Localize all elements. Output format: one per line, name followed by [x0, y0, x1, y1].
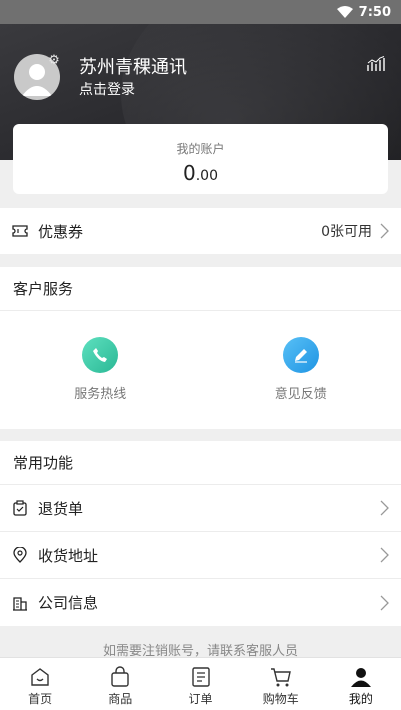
chevron-right-icon — [380, 595, 389, 610]
bar-chart-icon[interactable] — [367, 56, 385, 72]
coupon-row[interactable]: 优惠券 0张可用 — [0, 208, 401, 254]
company-info-row[interactable]: 公司信息 — [0, 579, 401, 626]
tab-orders-label: 订单 — [188, 692, 213, 706]
home-icon — [31, 668, 49, 686]
bag-icon — [111, 666, 129, 687]
tab-cart[interactable]: 购物车 — [241, 658, 321, 710]
phone-icon — [82, 337, 119, 373]
service-hotline-label: 服务热线 — [74, 387, 127, 402]
gear-icon[interactable]: ⚙ — [47, 54, 61, 68]
ticket-icon — [12, 225, 28, 237]
company-info-label: 公司信息 — [38, 594, 99, 612]
chevron-right-icon — [380, 547, 389, 563]
order-list-icon — [191, 667, 210, 687]
tab-mine[interactable]: 我的 — [321, 658, 401, 710]
customer-service-title: 客户服务 — [0, 267, 401, 311]
pencil-icon — [282, 337, 319, 373]
chevron-right-icon — [380, 500, 389, 516]
common-functions-section: 常用功能 退货单 收货地址 公司信息 — [0, 441, 401, 626]
coupon-count: 0张可用 — [321, 224, 372, 240]
tab-products-label: 商品 — [108, 692, 133, 706]
location-pin-icon — [13, 547, 27, 563]
tab-orders[interactable]: 订单 — [160, 658, 240, 710]
balance-decimal: .00 — [195, 168, 218, 184]
feedback-button[interactable]: 意见反馈 — [201, 311, 401, 429]
person-icon — [350, 668, 371, 687]
tab-home[interactable]: 首页 — [0, 658, 80, 710]
login-link[interactable]: 点击登录 — [79, 79, 135, 99]
wifi-icon — [336, 6, 353, 18]
status-time: 7:50 — [358, 4, 391, 20]
balance-integer: 0 — [183, 161, 196, 185]
return-orders-label: 退货单 — [38, 499, 84, 518]
service-hotline-button[interactable]: 服务热线 — [0, 311, 201, 429]
building-icon — [13, 596, 27, 611]
chevron-right-icon — [380, 223, 389, 239]
bottom-tab-bar: 首页 商品 订单 购物车 我的 — [0, 657, 401, 710]
customer-service-section: 客户服务 服务热线 意见反馈 — [0, 267, 401, 429]
tab-mine-label: 我的 — [348, 692, 373, 706]
account-balance: 0.00 — [13, 161, 388, 185]
feedback-label: 意见反馈 — [274, 387, 327, 402]
status-bar: 7:50 — [0, 0, 401, 24]
tab-products[interactable]: 商品 — [80, 658, 160, 710]
tab-home-label: 首页 — [28, 692, 53, 706]
coupon-label: 优惠券 — [38, 222, 84, 241]
return-orders-row[interactable]: 退货单 — [0, 485, 401, 532]
shipping-address-label: 收货地址 — [38, 546, 99, 565]
clipboard-icon — [13, 500, 27, 516]
shipping-address-row[interactable]: 收货地址 — [0, 532, 401, 579]
shop-name: 苏州青稞通讯 — [79, 57, 187, 78]
cart-icon — [270, 668, 291, 687]
common-functions-title: 常用功能 — [0, 441, 401, 485]
account-card[interactable]: 我的账户 0.00 — [13, 124, 388, 194]
account-label: 我的账户 — [176, 142, 225, 156]
tab-cart-label: 购物车 — [262, 692, 299, 706]
